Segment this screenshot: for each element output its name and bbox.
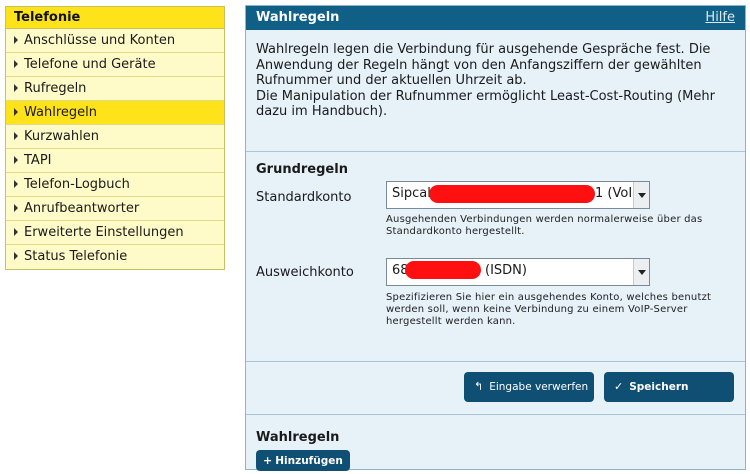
save-button[interactable]: ✓ Speichern <box>604 372 734 402</box>
triangle-right-icon <box>14 84 18 92</box>
triangle-right-icon <box>14 36 18 44</box>
sidebar-title: Telefonie <box>6 7 224 29</box>
standard-account-value-end: 1 (VoI <box>595 186 633 201</box>
triangle-right-icon <box>14 156 18 164</box>
fallback-account-label: Ausweichkonto <box>256 265 354 280</box>
main-panel: Wahlregeln Hilfe Wahlregeln legen die Ve… <box>245 5 746 471</box>
action-bar: ↰ Eingabe verwerfen ✓ Speichern <box>246 362 745 414</box>
redaction-mark <box>405 261 481 279</box>
sidebar-item[interactable]: Telefon-Logbuch <box>6 173 224 197</box>
sidebar-item-label: Telefone und Geräte <box>24 57 156 72</box>
sidebar-item-label: Rufregeln <box>24 81 87 96</box>
sidebar-item[interactable]: Rufregeln <box>6 77 224 101</box>
checkmark-icon: ✓ <box>614 380 624 393</box>
discard-button[interactable]: ↰ Eingabe verwerfen <box>464 372 594 402</box>
sidebar-item[interactable]: Wahlregeln <box>6 101 224 125</box>
fallback-account-select[interactable]: 68 (ISDN) <box>386 258 650 286</box>
sidebar-item-label: Anrufbeantworter <box>24 201 140 216</box>
wahlregeln-section: Wahlregeln + Hinzufügen <box>246 430 745 471</box>
triangle-right-icon <box>14 108 18 116</box>
chevron-down-icon[interactable] <box>633 182 649 208</box>
sidebar-item-label: Kurzwahlen <box>24 129 99 144</box>
intro-paragraph: Wahlregeln legen die Verbindung für ausg… <box>256 42 711 88</box>
page-title: Wahlregeln <box>256 10 340 25</box>
section-title-grundregeln: Grundregeln <box>256 162 348 177</box>
sidebar-item[interactable]: Erweiterte Einstellungen <box>6 221 224 245</box>
sidebar-item[interactable]: Anrufbeantworter <box>6 197 224 221</box>
sidebar-item-label: Erweiterte Einstellungen <box>24 225 184 240</box>
sidebar-item-label: Telefon-Logbuch <box>24 177 130 192</box>
sidebar-nav: Telefonie Anschlüsse und Konten Telefone … <box>5 6 225 270</box>
add-rule-button[interactable]: + Hinzufügen <box>256 450 350 471</box>
standard-account-row: Standardkonto Sipcall 1 (VoI <box>256 181 735 213</box>
sidebar-item[interactable]: Telefone und Geräte <box>6 53 224 77</box>
redaction-mark <box>429 185 595 203</box>
fallback-account-hint: Spezifizieren Sie hier ein ausgehendes K… <box>386 292 712 327</box>
fallback-account-value-end: (ISDN) <box>485 263 527 278</box>
panel-header: Wahlregeln Hilfe <box>246 6 745 30</box>
standard-account-label: Standardkonto <box>256 190 352 205</box>
triangle-right-icon <box>14 204 18 212</box>
sidebar-item-label: Status Telefonie <box>24 249 128 264</box>
intro-text: Wahlregeln legen die Verbindung für ausg… <box>246 30 745 151</box>
plus-icon: + <box>263 454 273 467</box>
sidebar-item[interactable]: TAPI <box>6 149 224 173</box>
undo-arrow-icon: ↰ <box>474 380 484 393</box>
triangle-right-icon <box>14 180 18 188</box>
triangle-right-icon <box>14 60 18 68</box>
grundregeln-section: Grundregeln Standardkonto Sipcall 1 (VoI… <box>246 162 745 361</box>
add-rule-button-label: Hinzufügen <box>275 455 343 467</box>
sidebar-item[interactable]: Kurzwahlen <box>6 125 224 149</box>
triangle-right-icon <box>14 132 18 140</box>
discard-button-label: Eingabe verwerfen <box>489 381 589 393</box>
help-link[interactable]: Hilfe <box>705 6 735 30</box>
sidebar-item-label: Anschlüsse und Konten <box>24 33 176 48</box>
standard-account-select[interactable]: Sipcall 1 (VoI <box>386 181 650 209</box>
intro-paragraph-lcr: Die Manipulation der Rufnummer ermöglich… <box>256 88 715 120</box>
triangle-right-icon <box>14 252 18 260</box>
standard-account-hint: Ausgehenden Verbindungen werden normaler… <box>386 214 703 237</box>
sidebar-item-label: TAPI <box>24 153 52 168</box>
divider <box>246 414 745 415</box>
sidebar-item[interactable]: Status Telefonie <box>6 245 224 269</box>
sidebar-item-label: Wahlregeln <box>24 105 97 120</box>
save-button-label: Speichern <box>629 381 689 393</box>
chevron-down-icon[interactable] <box>633 259 649 285</box>
triangle-right-icon <box>14 228 18 236</box>
fallback-account-row: Ausweichkonto 68 (ISDN) <box>256 258 735 290</box>
sidebar-item[interactable]: Anschlüsse und Konten <box>6 29 224 53</box>
divider <box>246 151 745 152</box>
section-title-wahlregeln: Wahlregeln <box>256 430 340 445</box>
